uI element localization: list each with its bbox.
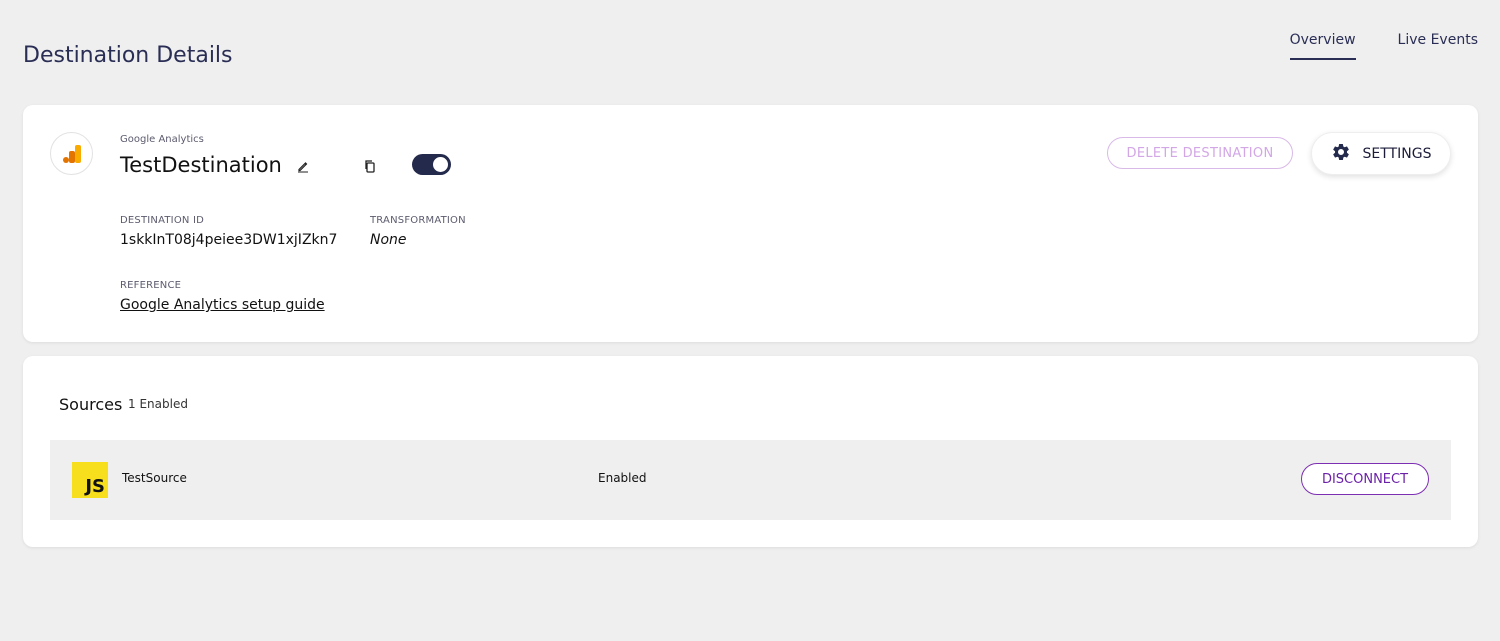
sources-title: Sources [59,395,123,414]
setup-guide-link[interactable]: Google Analytics setup guide [120,297,325,313]
settings-label: SETTINGS [1362,145,1432,162]
delete-destination-button[interactable]: DELETE DESTINATION [1107,137,1293,169]
destination-enabled-toggle[interactable] [412,154,451,175]
destination-id-value: 1skkInT08j4peiee3DW1xjIZkn7 [120,232,338,248]
sources-count: 1 Enabled [128,397,188,411]
edit-icon[interactable] [296,158,310,173]
provider-name: Google Analytics [120,134,204,145]
transformation-value: None [370,232,407,248]
copy-icon[interactable] [363,158,377,173]
tab-live-events[interactable]: Live Events [1398,32,1478,60]
sources-card: Sources 1 Enabled JS TestSource Enabled … [23,356,1478,547]
gear-icon [1331,142,1351,166]
destination-card: Google Analytics TestDestination DELETE … [23,105,1478,342]
disconnect-button[interactable]: DISCONNECT [1301,463,1429,495]
transformation-label: TRANSFORMATION [370,215,466,226]
destination-name: TestDestination [120,153,282,177]
source-name: TestSource [122,471,187,485]
google-analytics-logo [50,132,93,175]
tab-bar: Overview Live Events [1289,32,1478,60]
page-title: Destination Details [23,43,233,68]
reference-label: REFERENCE [120,280,182,291]
source-row[interactable]: JS TestSource Enabled DISCONNECT [50,440,1451,520]
destination-id-label: DESTINATION ID [120,215,205,226]
javascript-logo: JS [72,462,108,498]
tab-overview[interactable]: Overview [1289,32,1356,60]
source-status: Enabled [598,471,647,485]
toggle-knob [433,157,448,172]
settings-button[interactable]: SETTINGS [1311,132,1451,175]
